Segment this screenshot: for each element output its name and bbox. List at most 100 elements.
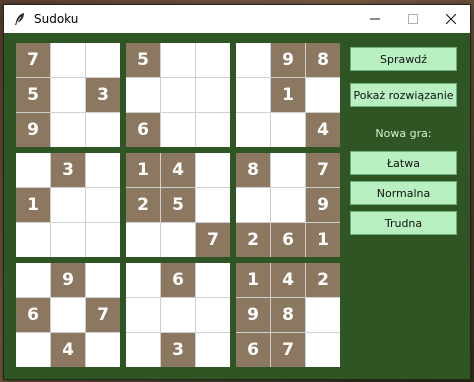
sudoku-block: 31	[16, 153, 120, 257]
sudoku-cell-given: 9	[51, 263, 85, 297]
sudoku-cell-empty[interactable]	[86, 188, 120, 222]
window-title: Sudoku	[34, 12, 79, 26]
sudoku-cell-empty[interactable]	[86, 153, 120, 187]
sudoku-cell-empty[interactable]	[196, 298, 230, 332]
sudoku-cell-given: 7	[86, 298, 120, 332]
sudoku-cell-empty[interactable]	[161, 43, 195, 77]
minimize-button[interactable]	[356, 5, 394, 33]
sudoku-block: 96 74	[16, 263, 120, 367]
maximize-button[interactable]	[394, 5, 432, 33]
feather-icon	[12, 11, 28, 27]
sudoku-cell-empty[interactable]	[86, 223, 120, 257]
check-button[interactable]: Sprawdź	[350, 47, 457, 71]
sudoku-cell-empty[interactable]	[161, 78, 195, 112]
close-button[interactable]	[432, 5, 470, 33]
sudoku-cell-empty[interactable]	[126, 263, 160, 297]
sudoku-cell-given: 8	[236, 153, 270, 187]
sudoku-block: 56	[126, 43, 230, 147]
sudoku-cell-given: 1	[306, 223, 340, 257]
sudoku-cell-empty[interactable]	[196, 188, 230, 222]
sudoku-cell-given: 5	[161, 188, 195, 222]
sudoku-cell-given: 1	[126, 153, 160, 187]
sudoku-cell-given: 7	[271, 333, 305, 367]
sudoku-cell-empty[interactable]	[51, 43, 85, 77]
sudoku-cell-empty[interactable]	[196, 333, 230, 367]
sudoku-cell-empty[interactable]	[126, 78, 160, 112]
sudoku-cell-empty[interactable]	[271, 113, 305, 147]
sudoku-cell-empty[interactable]	[271, 188, 305, 222]
sudoku-cell-given: 4	[271, 263, 305, 297]
sudoku-cell-given: 1	[236, 263, 270, 297]
sudoku-cell-given: 5	[16, 78, 50, 112]
sudoku-block: 75 3 9	[16, 43, 120, 147]
sudoku-cell-empty[interactable]	[236, 43, 270, 77]
sudoku-cell-empty[interactable]	[51, 78, 85, 112]
sudoku-block: 63	[126, 263, 230, 367]
sudoku-cell-given: 4	[306, 113, 340, 147]
sudoku-cell-empty[interactable]	[126, 333, 160, 367]
sudoku-cell-empty[interactable]	[236, 113, 270, 147]
hard-button[interactable]: Trudna	[350, 211, 457, 235]
sudoku-cell-empty[interactable]	[306, 298, 340, 332]
sudoku-cell-empty[interactable]	[196, 153, 230, 187]
main-content: 753956981431142578792619674631429867 Spr…	[4, 33, 470, 379]
sudoku-cell-empty[interactable]	[51, 188, 85, 222]
sudoku-cell-given: 6	[126, 113, 160, 147]
sudoku-block: 142 9867	[236, 263, 340, 367]
sudoku-cell-given: 3	[51, 153, 85, 187]
sudoku-cell-given: 7	[196, 223, 230, 257]
sudoku-cell-empty[interactable]	[16, 263, 50, 297]
sudoku-cell-empty[interactable]	[306, 78, 340, 112]
sudoku-window: Sudoku 753956981431142578792619674631429…	[3, 4, 471, 380]
sudoku-cell-empty[interactable]	[161, 113, 195, 147]
sudoku-cell-empty[interactable]	[161, 223, 195, 257]
sudoku-cell-empty[interactable]	[51, 298, 85, 332]
sudoku-cell-given: 9	[271, 43, 305, 77]
sudoku-cell-given: 1	[271, 78, 305, 112]
sudoku-cell-given: 6	[236, 333, 270, 367]
sudoku-cell-empty[interactable]	[196, 113, 230, 147]
sudoku-cell-given: 1	[16, 188, 50, 222]
sudoku-cell-empty[interactable]	[126, 223, 160, 257]
sudoku-cell-empty[interactable]	[236, 78, 270, 112]
sudoku-cell-empty[interactable]	[51, 113, 85, 147]
new-game-label: Nowa gra:	[375, 127, 432, 140]
sudoku-cell-given: 9	[236, 298, 270, 332]
sudoku-cell-given: 6	[271, 223, 305, 257]
sudoku-cell-empty[interactable]	[306, 333, 340, 367]
sudoku-cell-empty[interactable]	[16, 223, 50, 257]
sudoku-cell-empty[interactable]	[86, 43, 120, 77]
sudoku-cell-given: 2	[236, 223, 270, 257]
sudoku-cell-given: 2	[126, 188, 160, 222]
sudoku-cell-given: 4	[161, 153, 195, 187]
sudoku-cell-empty[interactable]	[161, 298, 195, 332]
sudoku-block: 8 79 261	[236, 153, 340, 257]
sudoku-cell-given: 6	[161, 263, 195, 297]
title-bar: Sudoku	[4, 5, 470, 33]
sudoku-cell-given: 6	[16, 298, 50, 332]
sudoku-cell-empty[interactable]	[16, 333, 50, 367]
sudoku-cell-empty[interactable]	[86, 263, 120, 297]
sudoku-cell-given: 8	[306, 43, 340, 77]
sudoku-cell-given: 4	[51, 333, 85, 367]
sudoku-cell-empty[interactable]	[51, 223, 85, 257]
sudoku-cell-given: 3	[86, 78, 120, 112]
sudoku-cell-empty[interactable]	[86, 113, 120, 147]
normal-button[interactable]: Normalna	[350, 181, 457, 205]
sudoku-cell-empty[interactable]	[196, 78, 230, 112]
sudoku-cell-empty[interactable]	[126, 298, 160, 332]
sudoku-block: 14257	[126, 153, 230, 257]
sudoku-cell-empty[interactable]	[236, 188, 270, 222]
show-solution-button[interactable]: Pokaż rozwiązanie	[350, 83, 457, 107]
sudoku-cell-empty[interactable]	[196, 263, 230, 297]
sudoku-cell-given: 8	[271, 298, 305, 332]
sudoku-cell-empty[interactable]	[196, 43, 230, 77]
sudoku-cell-empty[interactable]	[16, 153, 50, 187]
sudoku-cell-empty[interactable]	[86, 333, 120, 367]
sudoku-block: 9814	[236, 43, 340, 147]
sudoku-cell-given: 3	[161, 333, 195, 367]
sudoku-cell-given: 2	[306, 263, 340, 297]
easy-button[interactable]: Łatwa	[350, 151, 457, 175]
sudoku-cell-empty[interactable]	[271, 153, 305, 187]
sudoku-cell-given: 5	[126, 43, 160, 77]
